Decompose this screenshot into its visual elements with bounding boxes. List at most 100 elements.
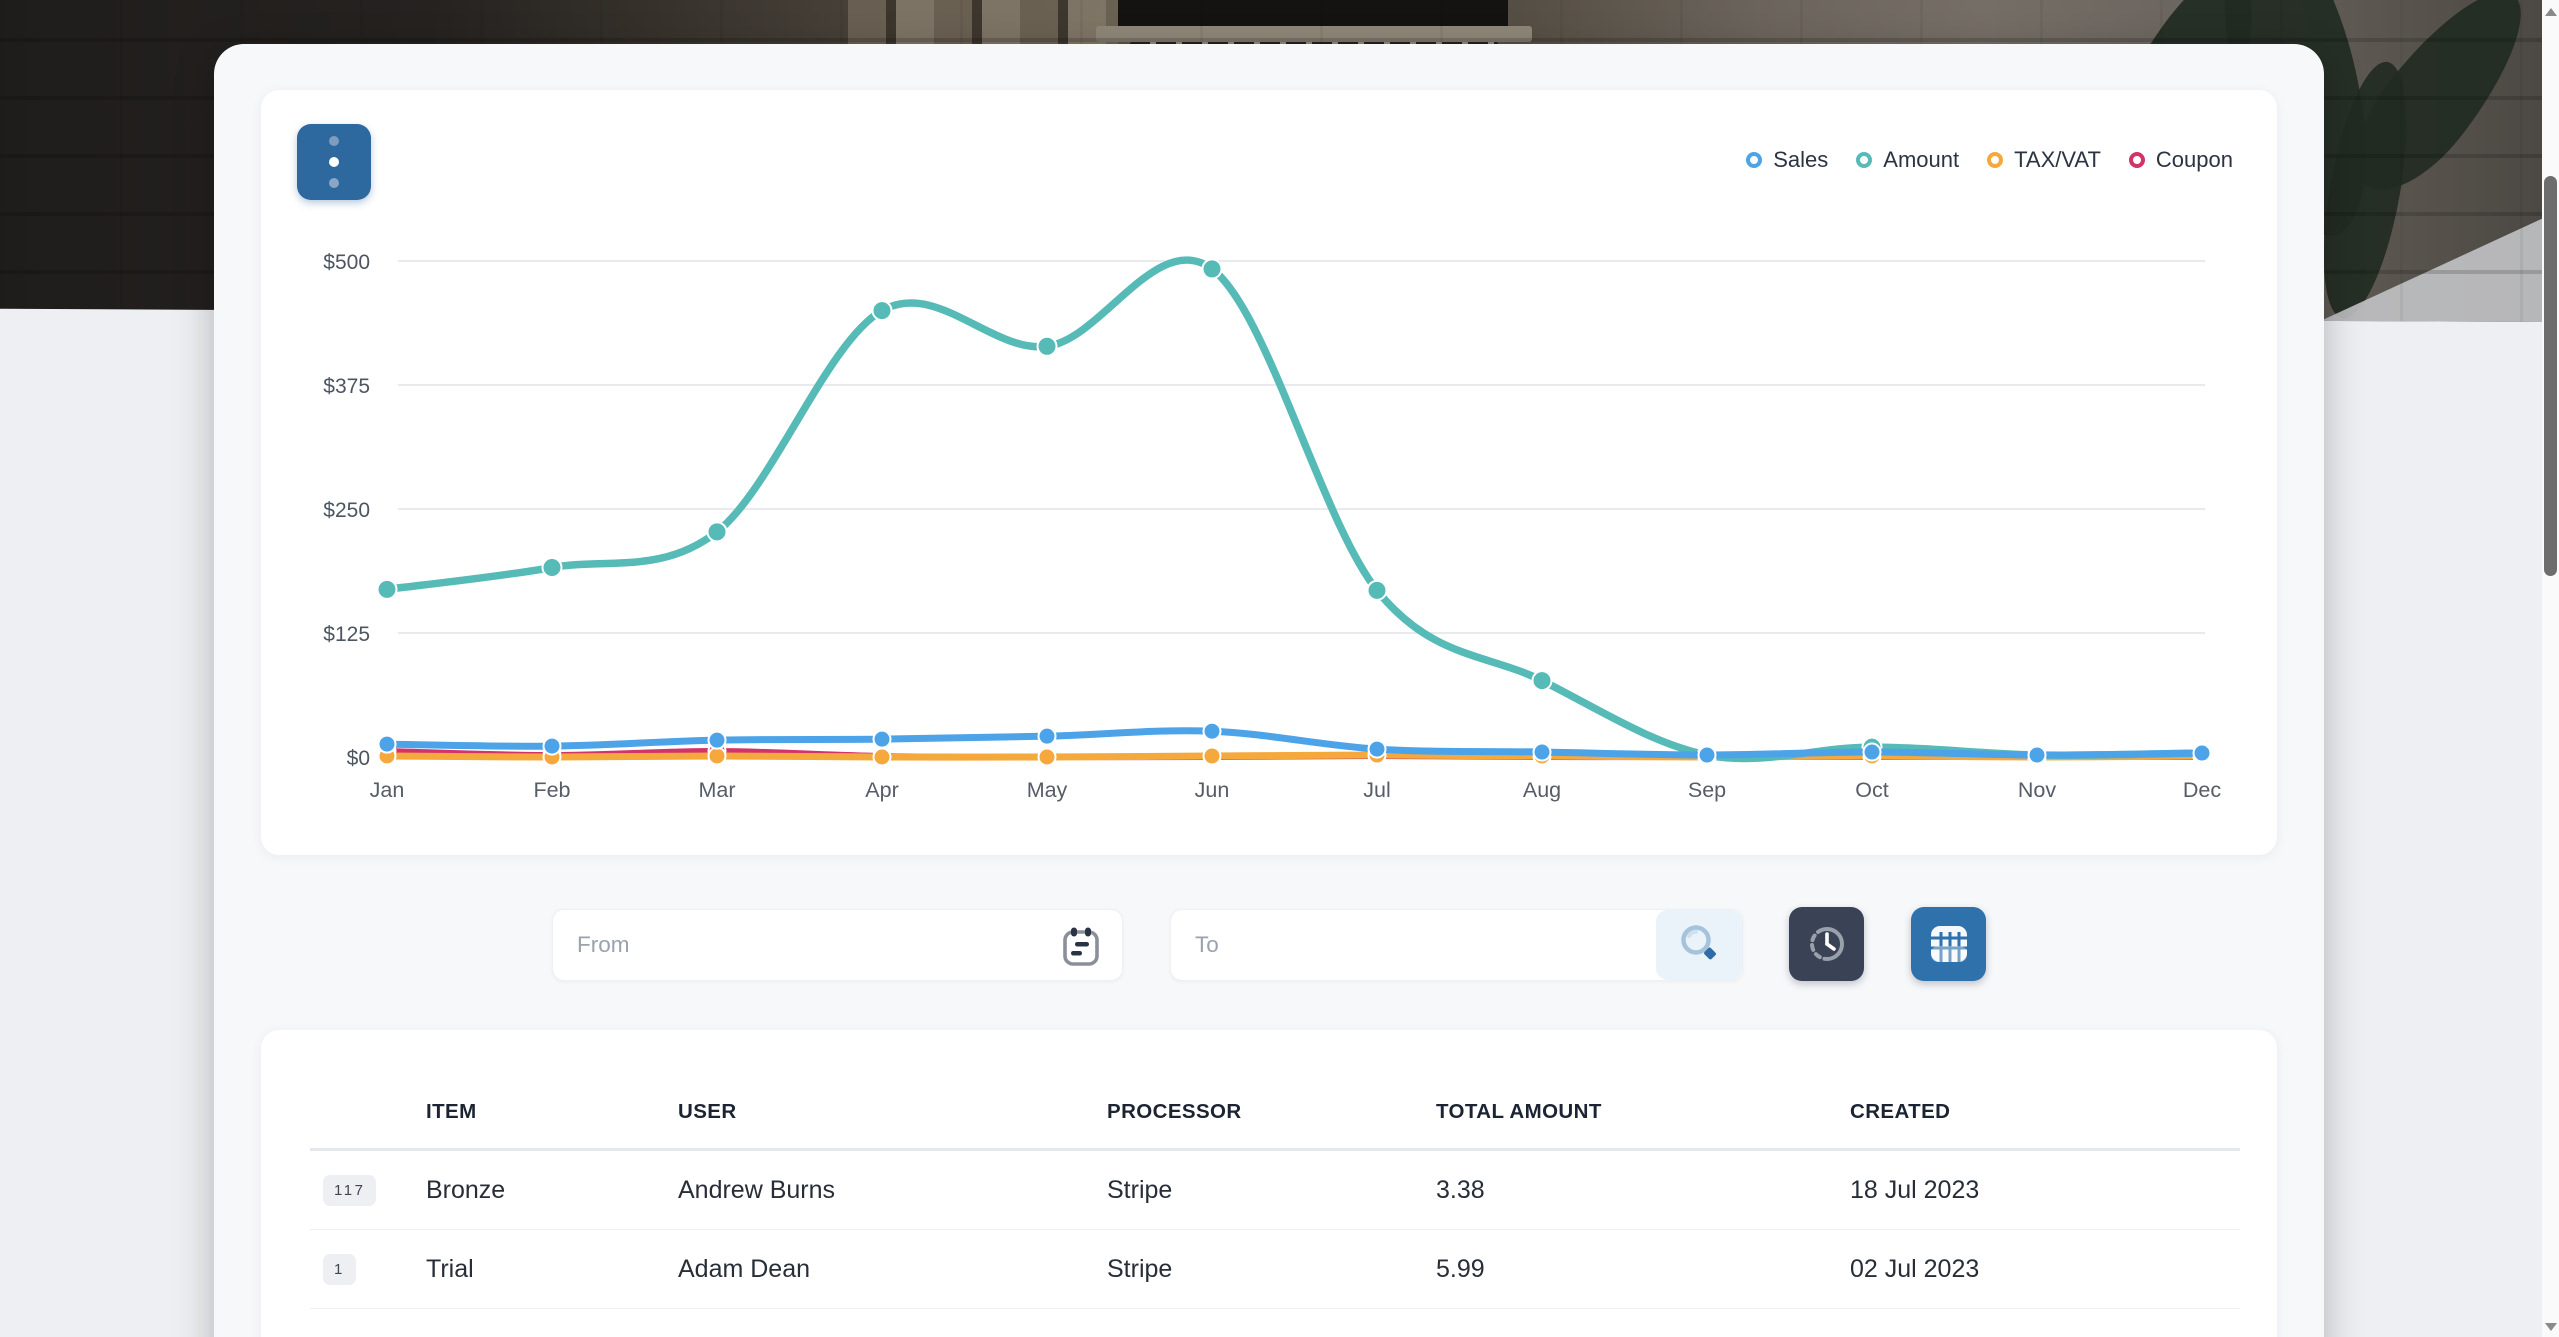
cell-user: Adam Dean (678, 1255, 1107, 1284)
table-body: 117 BronzeAndrew Burns Stripe 3.3818 Jul 20… (310, 1151, 2240, 1337)
cell-total-amount: 5.99 (1436, 1255, 1850, 1284)
data-point (1203, 259, 1222, 278)
x-axis-tick: Aug (1523, 778, 1561, 802)
data-point (378, 580, 397, 599)
cell-created: 18 Jul 2023 (1850, 1176, 2240, 1205)
data-point (2029, 749, 2046, 766)
data-point (1204, 748, 1221, 765)
data-point (874, 731, 891, 748)
data-point (544, 738, 561, 755)
table-row[interactable]: 1 TrialAdam DeanStripe5.9902 Jul 2023 (310, 1230, 2240, 1309)
data-point (1369, 748, 1386, 765)
payments-table-card: ITEMUSERPROCESSORTOTAL AMOUNTCREATED 117… (261, 1030, 2277, 1337)
table-row[interactable]: 117BronzeAndrew BurnsStripe3.3818 Jul 20… (310, 1151, 2240, 1230)
series-line-sales (387, 731, 2202, 755)
legend-item-amount[interactable]: Amount (1856, 147, 1959, 173)
data-point (544, 749, 561, 766)
date-to-field (1170, 909, 1743, 981)
data-point (708, 522, 727, 541)
cell-processor: Stripe (1107, 1255, 1436, 1284)
data-point (709, 732, 726, 749)
legend-label: Coupon (2156, 147, 2233, 173)
clock-history-icon (1805, 922, 1849, 966)
legend-item-coupon[interactable]: Coupon (2129, 147, 2233, 173)
x-axis-tick: Dec (2183, 778, 2221, 802)
y-axis-tick: $500 (323, 251, 370, 274)
legend-label: Sales (1773, 147, 1828, 173)
scrollbar-thumb[interactable] (2544, 176, 2557, 576)
count-badge: 117 (323, 1175, 376, 1206)
data-point (1204, 749, 1221, 766)
data-point (543, 558, 562, 577)
legend-item-sales[interactable]: Sales (1746, 147, 1828, 173)
data-point (1204, 723, 1221, 740)
data-point (1039, 728, 1056, 745)
calendar-icon (1062, 926, 1100, 968)
data-point (379, 748, 396, 765)
data-point (1534, 744, 1551, 761)
data-point (379, 736, 396, 753)
x-axis-tick: Feb (533, 778, 570, 802)
data-point (1699, 747, 1716, 764)
line-chart: $0$125$250$375$500JanFebMarAprMayJunJulA… (261, 90, 2277, 855)
scroll-up-arrow[interactable] (2545, 8, 2557, 16)
column-header-item: ITEM (426, 1100, 678, 1124)
badge-cell: 1 (310, 1254, 426, 1285)
cell-user: Andrew Burns (678, 1176, 1107, 1205)
cell-created: 02 Jul 2023 (1850, 1255, 2240, 1284)
content-panel: SalesAmountTAX/VATCoupon $0$125$250$375$… (214, 44, 2324, 1337)
y-axis-tick: $375 (323, 375, 370, 398)
data-point (2028, 746, 2047, 765)
table-grid-icon (1926, 922, 1972, 966)
date-from-input[interactable] (577, 910, 975, 980)
data-point (2029, 747, 2046, 764)
legend-label: Amount (1883, 147, 1959, 173)
data-point (1699, 749, 1716, 766)
scroll-down-arrow[interactable] (2545, 1323, 2557, 1331)
history-button[interactable] (1789, 907, 1864, 981)
legend-ring-icon (1987, 152, 2003, 168)
desk-decor-right (2290, 215, 2542, 332)
cell-total-amount: 3.38 (1436, 1176, 1850, 1205)
x-axis-tick: Mar (698, 778, 735, 802)
chart-menu-button[interactable] (297, 124, 371, 200)
cell-item: Trial (426, 1255, 678, 1284)
x-axis-tick: Sep (1688, 778, 1726, 802)
y-axis-tick: $0 (347, 747, 370, 770)
data-point (1863, 738, 1882, 757)
data-point (1368, 581, 1387, 600)
legend-item-taxvat[interactable]: TAX/VAT (1987, 147, 2101, 173)
data-point (1039, 749, 1056, 766)
cell-item: Bronze (426, 1176, 678, 1205)
x-axis-tick: Apr (865, 778, 898, 802)
data-point (1534, 748, 1551, 765)
plant-leaf-decor (2331, 0, 2542, 212)
count-badge: 1 (323, 1254, 356, 1285)
table-header-row: ITEMUSERPROCESSORTOTAL AMOUNTCREATED (310, 1075, 2240, 1151)
data-point (2194, 748, 2211, 765)
search-button[interactable] (1656, 910, 1742, 980)
data-point (1533, 671, 1552, 690)
data-point (2194, 745, 2211, 762)
payments-table: ITEMUSERPROCESSORTOTAL AMOUNTCREATED 117… (261, 1030, 2277, 1337)
data-point (874, 749, 891, 766)
y-axis-tick: $250 (323, 499, 370, 522)
data-point (1864, 744, 1881, 761)
data-point (1038, 337, 1057, 356)
data-point (874, 748, 891, 765)
data-point (2194, 749, 2211, 766)
date-to-input[interactable] (1195, 910, 1595, 980)
data-point (544, 747, 561, 764)
plant-leaf-decor (2308, 56, 2422, 324)
legend-label: TAX/VAT (2014, 147, 2101, 173)
data-point (1864, 748, 1881, 765)
column-header-processor: PROCESSOR (1107, 1100, 1436, 1124)
table-view-button[interactable] (1911, 907, 1986, 981)
x-axis-tick: Jan (370, 778, 405, 802)
x-axis-tick: Oct (1855, 778, 1888, 802)
x-axis-tick: Nov (2018, 778, 2056, 802)
data-point (1698, 746, 1717, 765)
table-row[interactable] (310, 1309, 2240, 1337)
kebab-vertical-icon (329, 136, 339, 146)
vertical-scrollbar[interactable] (2542, 0, 2559, 1337)
